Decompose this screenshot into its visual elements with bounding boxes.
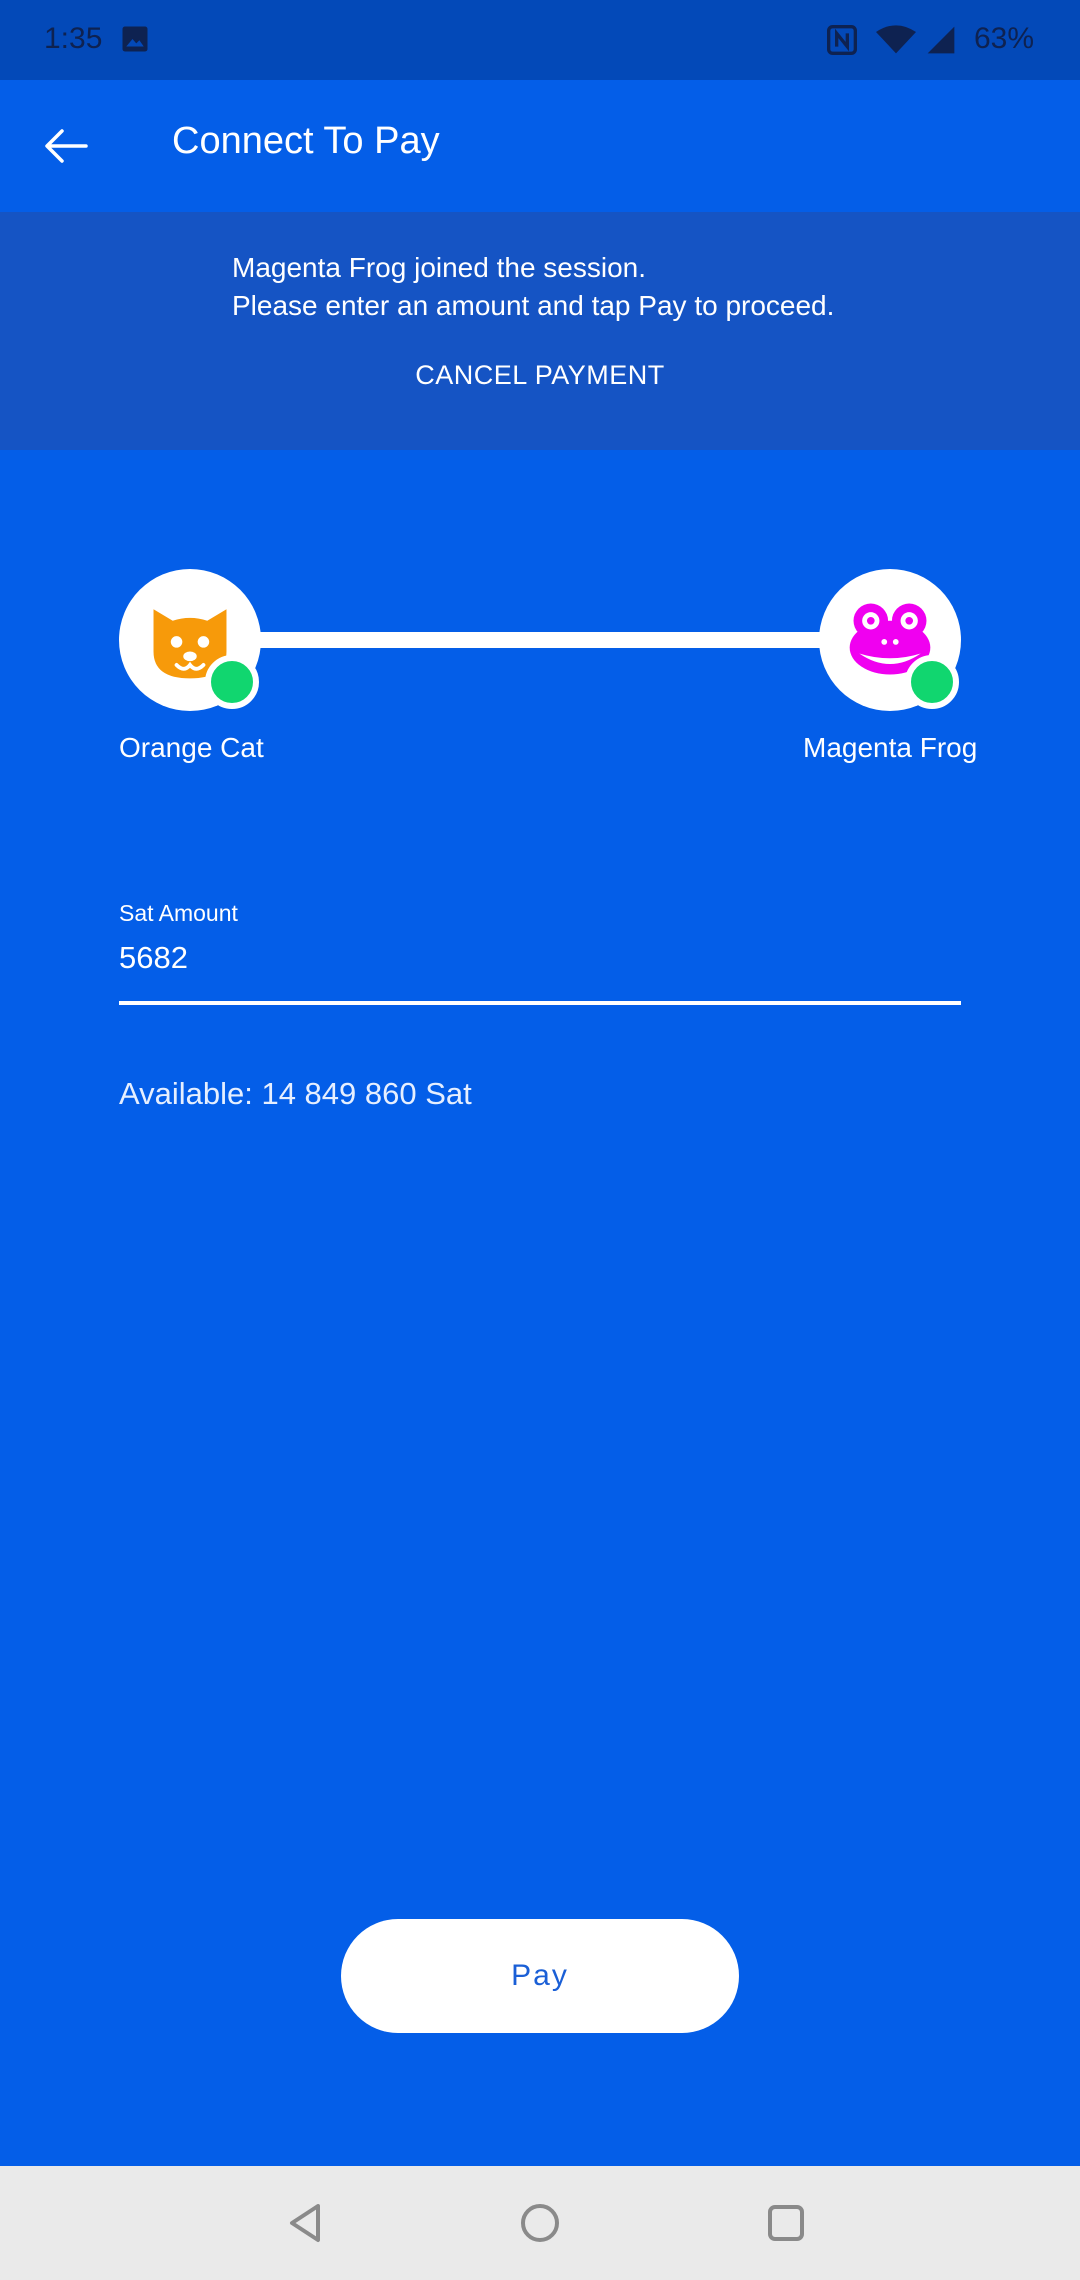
banner-instruction-text: Please enter an amount and tap Pay to pr…: [232, 290, 835, 321]
nav-home-button[interactable]: [509, 2192, 571, 2254]
battery-level: 63%: [974, 22, 1035, 55]
status-time: 1:35: [44, 22, 103, 55]
payee-name: Magenta Frog: [803, 732, 978, 763]
payer-name: Orange Cat: [119, 732, 264, 763]
page-title: Connect To Pay: [172, 120, 440, 162]
wifi-icon: [876, 25, 916, 54]
nav-recents-icon: [768, 2205, 804, 2241]
cancel-payment-button[interactable]: CANCEL PAYMENT: [0, 360, 1080, 391]
nav-back-icon: [290, 2204, 320, 2242]
connection-line: [250, 632, 830, 648]
nfc-icon: [827, 25, 857, 55]
nav-back-button[interactable]: [274, 2192, 336, 2254]
signal-icon: [927, 26, 955, 54]
pay-button[interactable]: Pay: [341, 1919, 739, 2033]
back-button[interactable]: [30, 110, 102, 182]
sat-amount-input[interactable]: [119, 935, 961, 1005]
status-bar: 1:35 63%: [0, 0, 1080, 80]
payee-online-indicator: [905, 655, 959, 709]
connect-to-pay-screen: 1:35 63% Connect To Pay Magenta Frog joi…: [0, 0, 1080, 2280]
payer-online-indicator: [205, 655, 259, 709]
nav-home-icon: [521, 2204, 559, 2242]
session-banner: Magenta Frog joined the session. Please …: [0, 212, 1080, 450]
nav-recents-button[interactable]: [755, 2192, 817, 2254]
available-balance: Available: 14 849 860 Sat: [119, 1076, 472, 1111]
arrow-left-icon: [45, 129, 88, 163]
system-nav-bar: [0, 2166, 1080, 2280]
app-bar: Connect To Pay: [0, 80, 1080, 212]
gallery-icon: [122, 26, 148, 52]
amount-field-label: Sat Amount: [119, 900, 238, 926]
banner-joined-text: Magenta Frog joined the session.: [232, 252, 647, 283]
